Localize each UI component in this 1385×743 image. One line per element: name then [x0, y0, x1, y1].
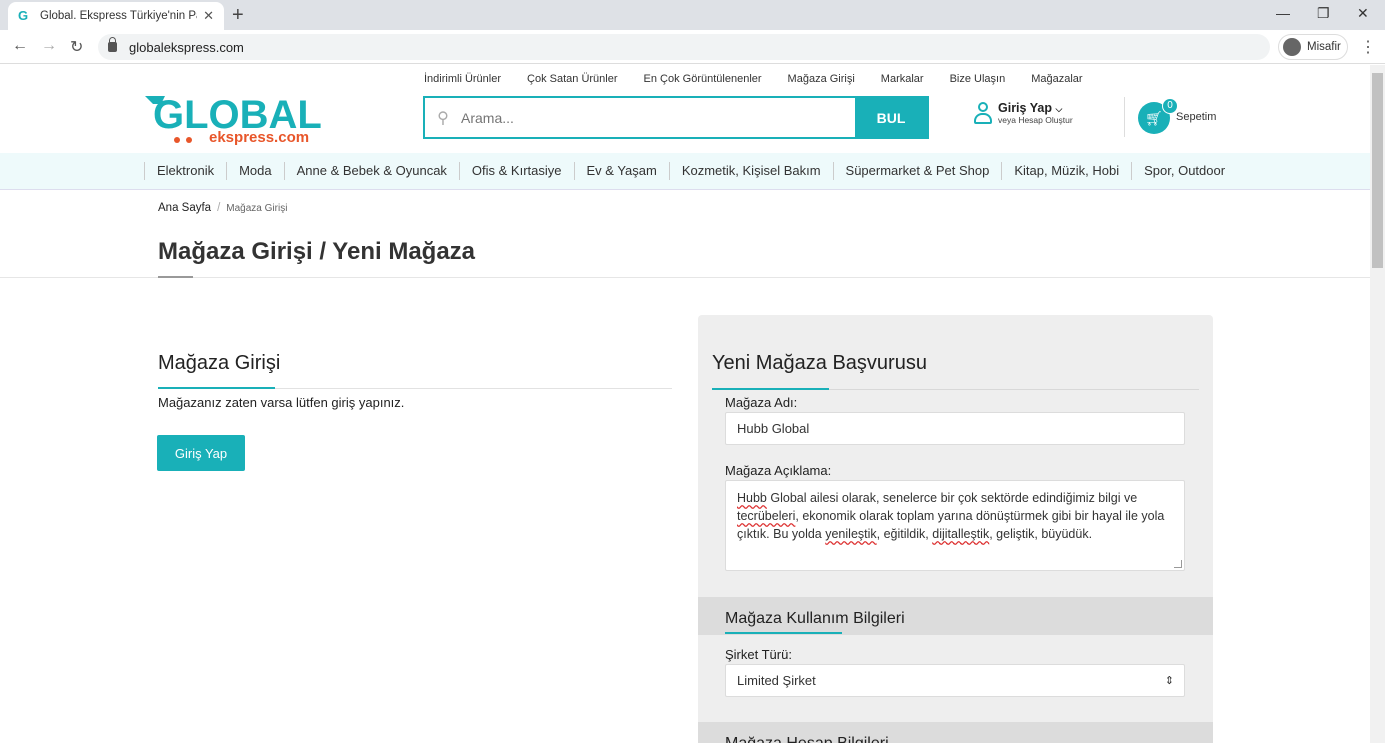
- usage-section-header: Mağaza Kullanım Bilgileri: [698, 597, 1213, 635]
- login-title: Giriş Yap: [998, 101, 1052, 115]
- title-underline: [158, 276, 193, 278]
- category-kozmetik[interactable]: Kozmetik, Kişisel Bakım: [668, 162, 833, 180]
- divider: [0, 277, 1370, 278]
- profile-button[interactable]: Misafir: [1278, 34, 1348, 60]
- page-title: Mağaza Girişi / Yeni Mağaza: [158, 238, 476, 265]
- resize-handle-icon[interactable]: [1174, 560, 1182, 568]
- search-button[interactable]: BUL: [855, 98, 927, 137]
- account-section-title: Mağaza Hesap Bilgileri: [725, 735, 889, 743]
- breadcrumb: Ana Sayfa / Mağaza Girişi: [158, 202, 288, 214]
- new-tab-icon[interactable]: +: [232, 4, 244, 27]
- desc-text: , geliştik, büyüdük.: [989, 527, 1093, 541]
- forward-icon[interactable]: →: [41, 37, 57, 55]
- cart-label[interactable]: Sepetim: [1176, 111, 1216, 123]
- tab-title: Global. Ekspress Türkiye'nin Pazar: [40, 10, 197, 22]
- desc-text: Hubb: [737, 491, 767, 505]
- company-type-label: Şirket Türü:: [725, 647, 792, 662]
- store-login-text: Mağazanız zaten varsa lütfen giriş yapın…: [158, 395, 405, 410]
- chevron-down-icon: ⌵: [1055, 104, 1063, 114]
- toplink-bize-ulasin[interactable]: Bize Ulaşın: [950, 73, 1006, 85]
- login-link[interactable]: Giriş Yap ⌵ veya Hesap Oluştur: [974, 101, 1073, 125]
- back-icon[interactable]: ←: [12, 37, 28, 55]
- desc-text: tecrübeleri: [737, 509, 796, 523]
- address-bar: ← → ↻ globalekspress.com Misafir ⋮: [0, 30, 1385, 64]
- site-favicon-icon: G: [18, 8, 29, 23]
- scrollbar[interactable]: [1370, 65, 1385, 743]
- divider: [1124, 97, 1125, 137]
- section-underline: [158, 387, 672, 389]
- new-store-panel: Yeni Mağaza Başvurusu Mağaza Adı: Hubb G…: [698, 315, 1213, 743]
- section-underline: [712, 388, 1199, 390]
- store-name-label: Mağaza Adı:: [725, 395, 798, 410]
- site-logo[interactable]: GLOBAL ekspress.com: [143, 90, 328, 145]
- url-text: globalekspress.com: [129, 39, 244, 55]
- category-nav: Elektronik Moda Anne & Bebek & Oyuncak O…: [0, 153, 1370, 190]
- minimize-icon[interactable]: —: [1276, 5, 1290, 21]
- store-desc-textarea[interactable]: Hubb Global ailesi olarak, senelerce bir…: [725, 480, 1185, 571]
- search-input[interactable]: [461, 98, 855, 137]
- category-spor[interactable]: Spor, Outdoor: [1131, 162, 1237, 180]
- category-ev-yasam[interactable]: Ev & Yaşam: [573, 162, 669, 180]
- toplink-magazalar[interactable]: Mağazalar: [1031, 73, 1082, 85]
- toplink-magaza-girisi[interactable]: Mağaza Girişi: [788, 73, 855, 85]
- menu-icon[interactable]: ⋮: [1360, 37, 1376, 57]
- store-login-button[interactable]: Giriş Yap: [157, 435, 245, 471]
- store-name-value: Hubb Global: [737, 421, 810, 436]
- desc-text: yenileştik: [825, 527, 877, 541]
- close-tab-icon[interactable]: ✕: [203, 8, 214, 24]
- search-icon: ⚲: [437, 109, 449, 127]
- page: GLOBAL ekspress.com İndirimli Ürünler Ço…: [0, 65, 1370, 743]
- category-elektronik[interactable]: Elektronik: [144, 162, 226, 180]
- company-type-select[interactable]: Limited Şirket ⇕: [725, 664, 1185, 697]
- search-bar: ⚲ BUL: [423, 96, 929, 139]
- category-ofis[interactable]: Ofis & Kırtasiye: [458, 162, 574, 180]
- desc-text: , eğitildik,: [876, 527, 933, 541]
- restore-icon[interactable]: ❐: [1317, 5, 1330, 22]
- scrollbar-thumb[interactable]: [1372, 73, 1383, 268]
- logo-text-bottom: ekspress.com: [209, 129, 309, 145]
- toplink-indirimli[interactable]: İndirimli Ürünler: [424, 73, 501, 85]
- desc-text: dijitalleştik: [932, 527, 990, 541]
- new-store-title: Yeni Mağaza Başvurusu: [712, 352, 927, 374]
- usage-section-title: Mağaza Kullanım Bilgileri: [725, 610, 905, 627]
- browser-tab[interactable]: G Global. Ekspress Türkiye'nin Pazar ✕: [8, 2, 224, 30]
- user-icon: [974, 102, 992, 124]
- reload-icon[interactable]: ↻: [70, 37, 83, 57]
- store-login-title: Mağaza Girişi: [158, 352, 281, 374]
- lock-icon: [108, 37, 117, 52]
- store-name-input[interactable]: Hubb Global: [725, 412, 1185, 445]
- toplink-markalar[interactable]: Markalar: [881, 73, 924, 85]
- category-moda[interactable]: Moda: [226, 162, 284, 180]
- account-section-header: Mağaza Hesap Bilgileri: [698, 722, 1213, 743]
- login-subtitle: veya Hesap Oluştur: [998, 115, 1073, 125]
- category-anne-bebek[interactable]: Anne & Bebek & Oyuncak: [283, 162, 459, 180]
- store-desc-label: Mağaza Açıklama:: [725, 463, 832, 478]
- breadcrumb-current: Mağaza Girişi: [226, 203, 288, 214]
- url-field[interactable]: globalekspress.com: [98, 34, 1270, 60]
- category-kitap[interactable]: Kitap, Müzik, Hobi: [1001, 162, 1131, 180]
- avatar-icon: [1283, 38, 1301, 56]
- browser-tab-bar: G Global. Ekspress Türkiye'nin Pazar ✕ +…: [0, 0, 1385, 30]
- toplink-cok-satan[interactable]: Çok Satan Ürünler: [527, 73, 618, 85]
- category-supermarket[interactable]: Süpermarket & Pet Shop: [832, 162, 1002, 180]
- close-window-icon[interactable]: ✕: [1357, 5, 1369, 22]
- top-links: İndirimli Ürünler Çok Satan Ürünler En Ç…: [424, 73, 1109, 85]
- select-arrows-icon: ⇕: [1164, 675, 1174, 687]
- desc-text: Global ailesi olarak, senelerce bir çok …: [766, 491, 1138, 505]
- toplink-en-cok-goruntulenen[interactable]: En Çok Görüntülenenler: [644, 73, 762, 85]
- company-type-value: Limited Şirket: [737, 673, 816, 688]
- breadcrumb-home[interactable]: Ana Sayfa: [158, 202, 211, 214]
- profile-name: Misafir: [1307, 41, 1341, 53]
